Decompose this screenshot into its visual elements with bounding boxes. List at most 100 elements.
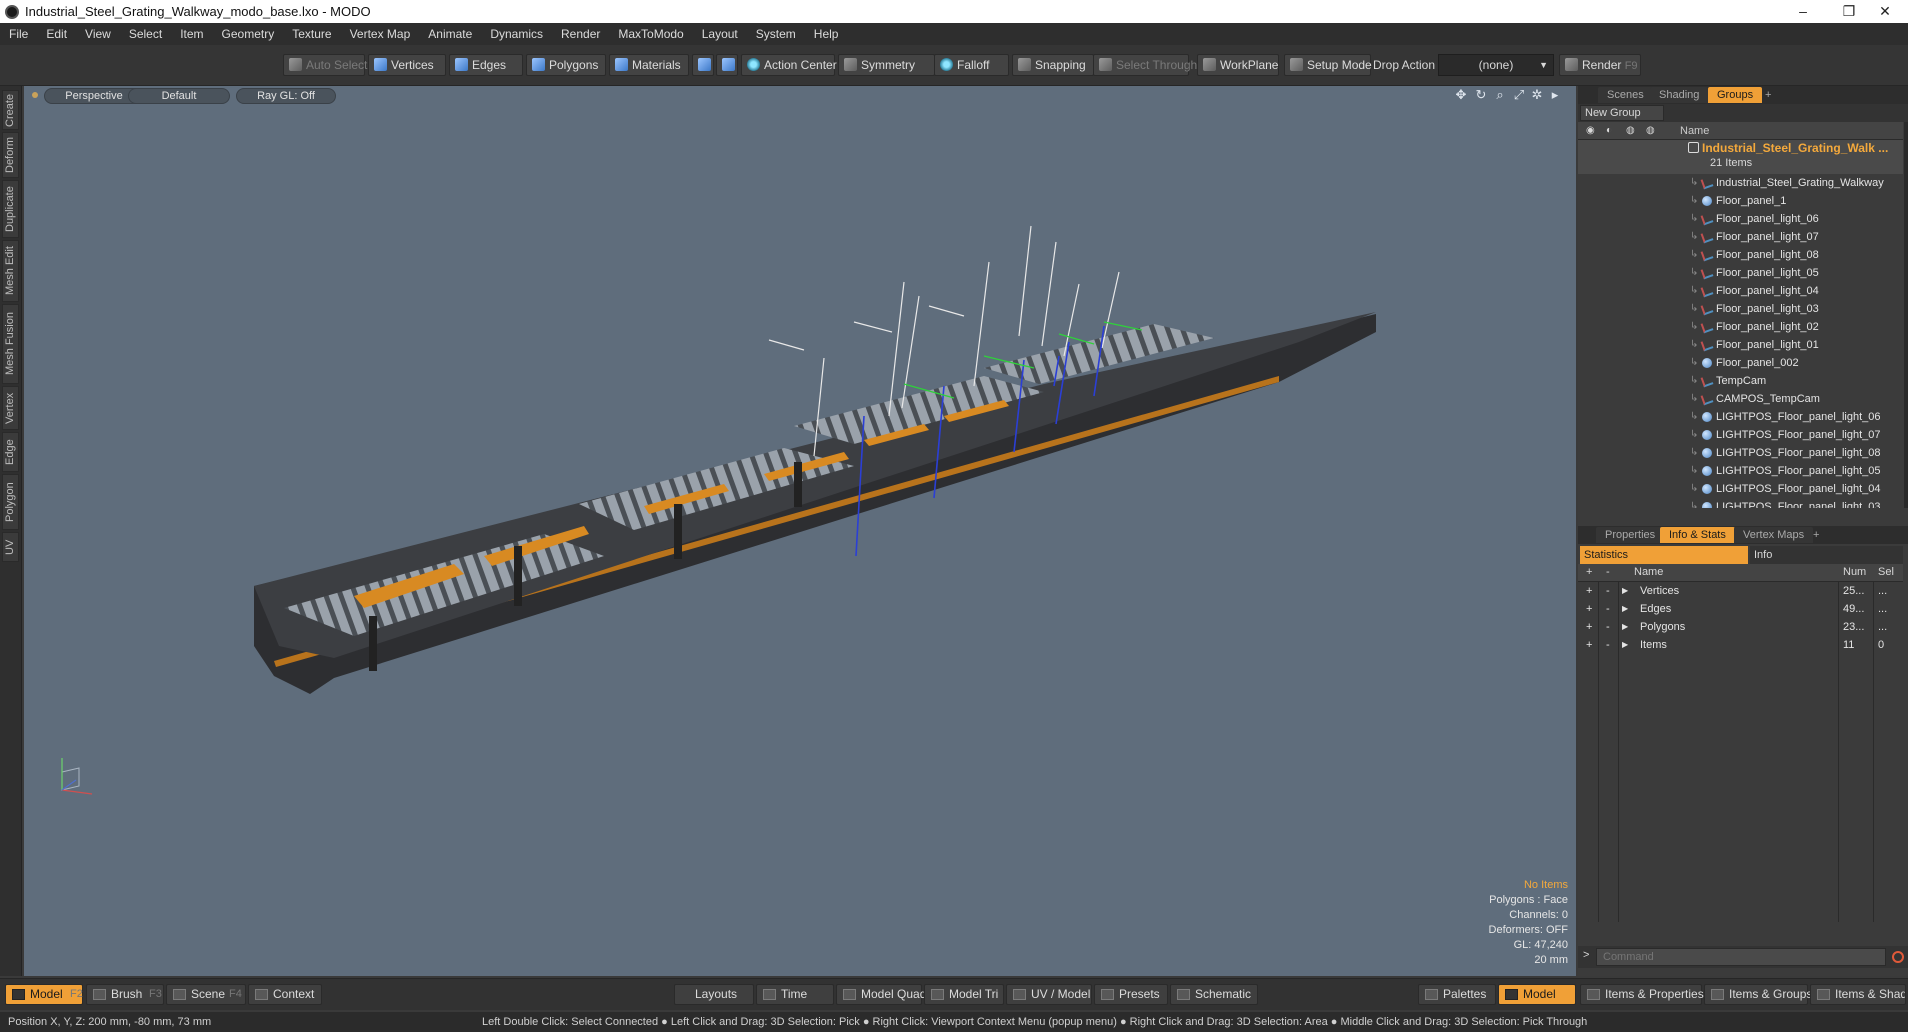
falloff-button[interactable]: Falloff: [934, 54, 1009, 76]
expand-arrow-icon[interactable]: ▶: [1622, 618, 1628, 636]
tab-mesh-fusion[interactable]: Mesh Fusion: [2, 304, 19, 384]
record-icon[interactable]: [1892, 951, 1904, 963]
group-item-row[interactable]: ↳ Floor_panel_light_02: [1578, 318, 1903, 336]
stats-row[interactable]: + - ▶ Edges 49......: [1578, 600, 1903, 618]
select-through-button[interactable]: Select Through: [1093, 54, 1197, 76]
tab-vertex[interactable]: Vertex: [2, 386, 19, 430]
brush-layout-button[interactable]: Brush F3: [86, 984, 164, 1005]
group-item-row[interactable]: ↳ Floor_panel_light_07: [1578, 228, 1903, 246]
collapse-row-button[interactable]: -: [1606, 618, 1610, 636]
vertices-button[interactable]: Vertices: [368, 54, 446, 76]
subtab-statistics[interactable]: Statistics: [1580, 546, 1748, 564]
expand-row-button[interactable]: +: [1586, 600, 1592, 618]
tab-edge[interactable]: Edge: [2, 432, 19, 472]
symmetry-button[interactable]: Symmetry: [838, 54, 935, 76]
model-quad-button[interactable]: Model Quad: [836, 984, 926, 1005]
palettes-button[interactable]: Palettes: [1418, 984, 1496, 1005]
menu-animate[interactable]: Animate: [419, 27, 481, 41]
model-layout-button[interactable]: Model F2: [5, 984, 83, 1005]
collapse-row-button[interactable]: -: [1606, 636, 1610, 654]
menu-select[interactable]: Select: [120, 27, 171, 41]
presets-button[interactable]: Presets: [1094, 984, 1168, 1005]
expand-arrow-icon[interactable]: ▶: [1622, 636, 1628, 654]
close-button[interactable]: ✕: [1862, 0, 1908, 23]
model-right-button[interactable]: Model: [1498, 984, 1576, 1005]
menu-help[interactable]: Help: [805, 27, 848, 41]
workplane-button[interactable]: WorkPlane: [1197, 54, 1279, 76]
3d-viewport[interactable]: Perspective Default Ray GL: Off ✥ ↻ ⌕ ⤢ …: [24, 86, 1576, 976]
group-item-row[interactable]: ↳ LIGHTPOS_Floor_panel_light_08: [1578, 444, 1903, 462]
group-item-row[interactable]: ↳ LIGHTPOS_Floor_panel_light_07: [1578, 426, 1903, 444]
setup-mode-button[interactable]: Setup Mode: [1284, 54, 1372, 76]
items-shading-button[interactable]: Items & Shading: [1810, 984, 1906, 1005]
tab-scenes[interactable]: Scenes: [1598, 87, 1653, 103]
menu-geometry[interactable]: Geometry: [213, 27, 284, 41]
tab-duplicate[interactable]: Duplicate: [2, 180, 19, 238]
stats-row[interactable]: + - ▶ Items 11 0: [1578, 636, 1903, 654]
group-item-row[interactable]: ↳ Floor_panel_002: [1578, 354, 1903, 372]
tab-deform[interactable]: Deform: [2, 132, 19, 178]
menu-layout[interactable]: Layout: [693, 27, 747, 41]
expand-all-button[interactable]: +: [1586, 566, 1592, 578]
group-item-row[interactable]: ↳ Floor_panel_1: [1578, 192, 1903, 210]
menu-edit[interactable]: Edit: [37, 27, 76, 41]
tab-uv[interactable]: UV: [2, 532, 19, 562]
collapse-all-button[interactable]: -: [1606, 566, 1610, 578]
group-item-row[interactable]: ↳ LIGHTPOS_Floor_panel_light_05: [1578, 462, 1903, 480]
stats-row[interactable]: + - ▶ Polygons 23......: [1578, 618, 1903, 636]
menu-vertex-map[interactable]: Vertex Map: [341, 27, 420, 41]
tab-groups[interactable]: Groups: [1708, 87, 1763, 103]
group-item-row[interactable]: ↳ LIGHTPOS_Floor_panel_light_03: [1578, 498, 1903, 508]
collapse-row-button[interactable]: -: [1606, 582, 1610, 600]
command-input[interactable]: [1596, 948, 1886, 966]
expand-row-button[interactable]: +: [1586, 636, 1592, 654]
group-item-row[interactable]: ↳ Floor_panel_light_06: [1578, 210, 1903, 228]
model-tri-button[interactable]: Model Tri: [924, 984, 1004, 1005]
context-layout-button[interactable]: Context: [248, 984, 322, 1005]
tab-create[interactable]: Create: [2, 90, 19, 130]
groups-scrollbar[interactable]: [1904, 122, 1908, 508]
group-item-row[interactable]: ↳ Floor_panel_light_08: [1578, 246, 1903, 264]
select-mode-a-button[interactable]: [692, 54, 714, 76]
schematic-button[interactable]: Schematic: [1170, 984, 1258, 1005]
tab-vertex-maps[interactable]: Vertex Maps: [1734, 527, 1814, 543]
uv-model-button[interactable]: UV / Model: [1006, 984, 1092, 1005]
tab-shading[interactable]: Shading: [1650, 87, 1709, 103]
group-item-row[interactable]: ↳ Industrial_Steel_Grating_Walkway: [1578, 174, 1903, 192]
menu-item[interactable]: Item: [171, 27, 212, 41]
auto-select-button[interactable]: Auto Select: [283, 54, 367, 76]
drop-action-select[interactable]: (none) ▼: [1438, 54, 1554, 76]
snapping-button[interactable]: Snapping: [1012, 54, 1094, 76]
polygons-button[interactable]: Polygons: [526, 54, 606, 76]
tab-properties[interactable]: Properties: [1596, 527, 1665, 543]
group-row[interactable]: Industrial_Steel_Grating_Walk ... 21 Ite…: [1578, 140, 1903, 174]
collapse-row-button[interactable]: -: [1606, 600, 1610, 618]
add-tab-button[interactable]: +: [1756, 87, 1780, 103]
menu-maxtomodo[interactable]: MaxToModo: [609, 27, 692, 41]
menu-file[interactable]: File: [0, 27, 37, 41]
group-item-row[interactable]: ↳ LIGHTPOS_Floor_panel_light_06: [1578, 408, 1903, 426]
items-groups-button[interactable]: Items & Groups: [1704, 984, 1812, 1005]
tab-polygon[interactable]: Polygon: [2, 474, 19, 530]
expand-arrow-icon[interactable]: ▶: [1622, 582, 1628, 600]
stats-row[interactable]: + - ▶ Vertices 25......: [1578, 582, 1903, 600]
edges-button[interactable]: Edges: [449, 54, 523, 76]
minimize-button[interactable]: –: [1780, 0, 1826, 23]
menu-texture[interactable]: Texture: [283, 27, 340, 41]
tab-info-stats[interactable]: Info & Stats: [1660, 527, 1735, 543]
tab-mesh-edit[interactable]: Mesh Edit: [2, 240, 19, 302]
group-item-row[interactable]: ↳ CAMPOS_TempCam: [1578, 390, 1903, 408]
group-item-row[interactable]: ↳ TempCam: [1578, 372, 1903, 390]
group-item-row[interactable]: ↳ Floor_panel_light_05: [1578, 264, 1903, 282]
expand-row-button[interactable]: +: [1586, 618, 1592, 636]
menu-system[interactable]: System: [747, 27, 805, 41]
add-stats-tab-button[interactable]: +: [1804, 527, 1828, 543]
render-button[interactable]: Render F9: [1559, 54, 1641, 76]
group-item-row[interactable]: ↳ LIGHTPOS_Floor_panel_light_04: [1578, 480, 1903, 498]
scene-layout-button[interactable]: Scene F4: [166, 984, 246, 1005]
action-center-button[interactable]: Action Center: [741, 54, 837, 76]
materials-button[interactable]: Materials: [609, 54, 689, 76]
subtab-info[interactable]: Info: [1750, 546, 1903, 564]
group-item-row[interactable]: ↳ Floor_panel_light_01: [1578, 336, 1903, 354]
expand-row-button[interactable]: +: [1586, 582, 1592, 600]
